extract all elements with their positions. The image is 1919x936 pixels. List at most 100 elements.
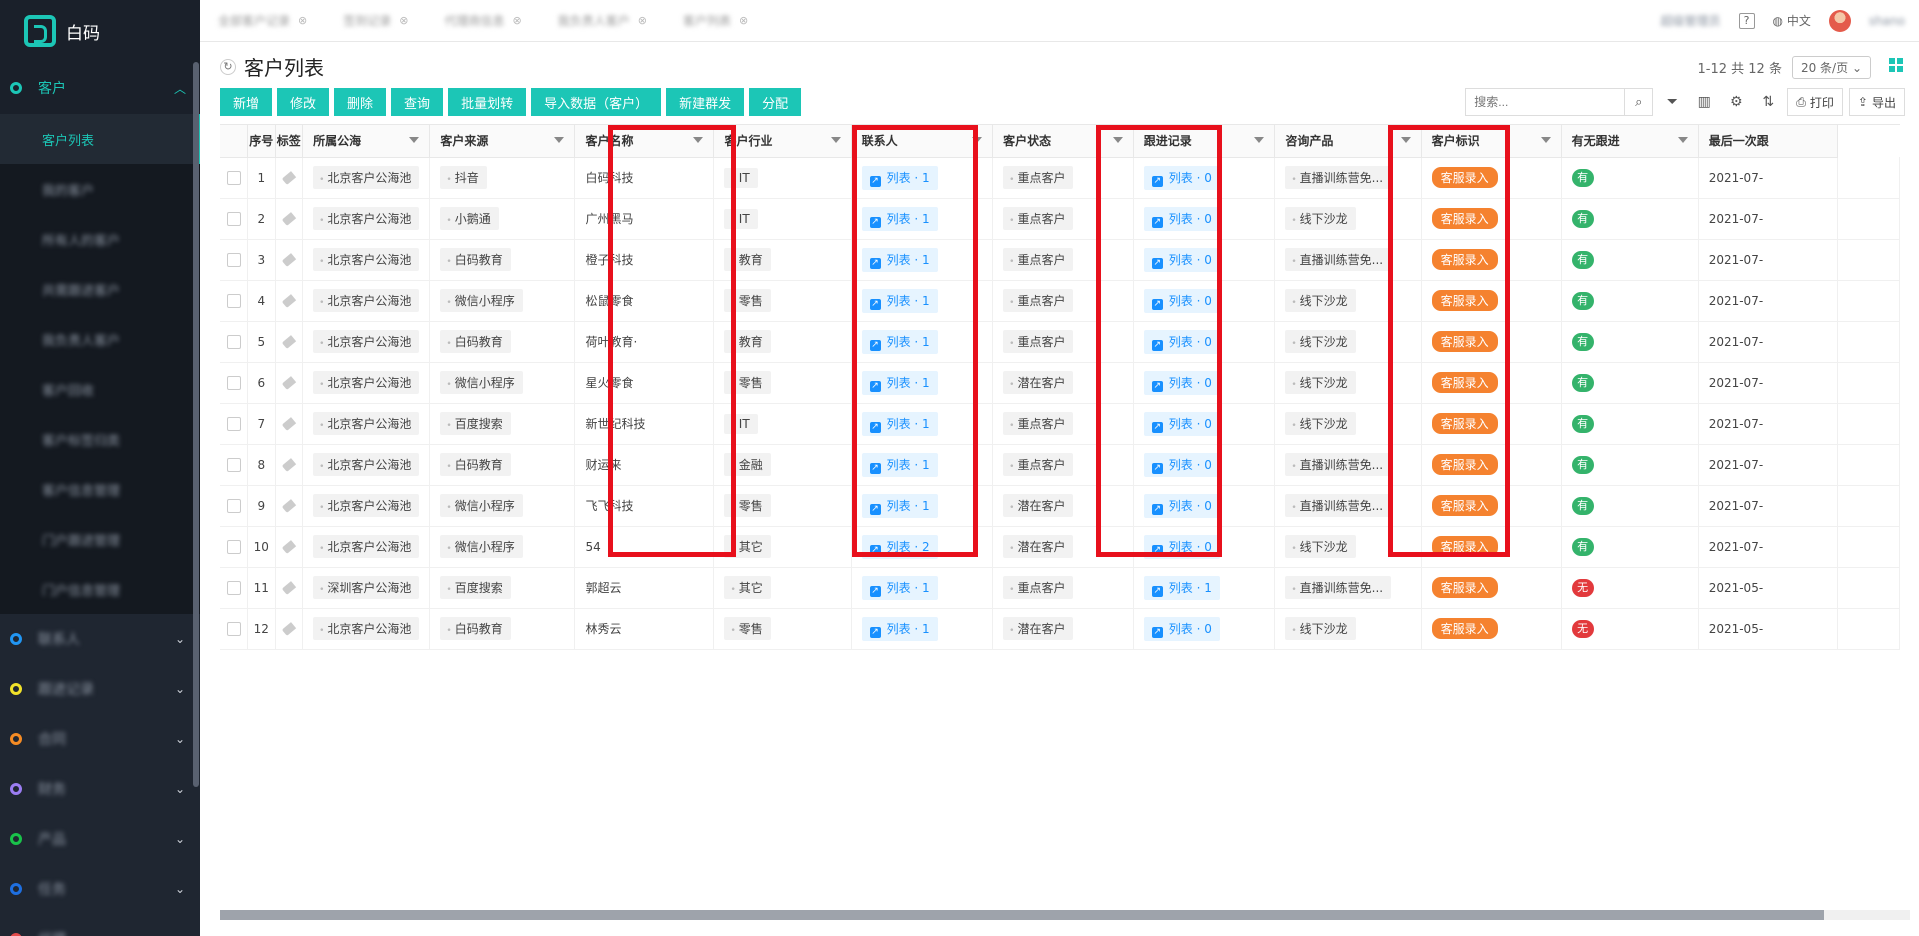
tag-icon[interactable]: [281, 334, 296, 349]
column-header[interactable]: 客户行业: [713, 125, 852, 158]
tag-icon[interactable]: [281, 170, 296, 185]
language-switch[interactable]: ◍ 中文: [1773, 12, 1811, 29]
row-checkbox[interactable]: [226, 293, 241, 308]
help-icon[interactable]: ?: [1738, 12, 1755, 29]
table-row[interactable]: 11 深圳客户公海池百度搜索 郭超云其它 ↗ 列表 · 1 重点客户 ↗ 列表 · 1 直播训练…: [220, 567, 1900, 609]
follow-link[interactable]: ↗ 列表 · 0: [1143, 165, 1220, 190]
sidebar-scrollbar[interactable]: [193, 62, 199, 787]
page-tab[interactable]: 我负责人客户 ⊗: [540, 0, 665, 42]
close-icon[interactable]: ⊗: [638, 14, 647, 27]
contacts-link[interactable]: ↗ 列表 · 1: [861, 329, 938, 354]
tag-icon[interactable]: [281, 498, 296, 513]
contacts-link[interactable]: ↗ 列表 · 1: [861, 616, 938, 641]
column-header[interactable]: 联系人: [851, 125, 994, 158]
row-checkbox[interactable]: [226, 498, 241, 513]
sidebar-subitem[interactable]: 共需跟进客户: [0, 264, 200, 314]
tag-icon[interactable]: [281, 539, 296, 554]
column-filter-icon[interactable]: [1677, 137, 1688, 143]
sidebar-group[interactable]: 跟进记录 ⌄: [0, 664, 200, 714]
grid-view-icon[interactable]: [1889, 58, 1903, 72]
row-checkbox[interactable]: [226, 211, 241, 226]
column-header[interactable]: 跟进记录: [1133, 125, 1276, 158]
toolbar-button[interactable]: 查询: [391, 88, 444, 116]
tag-icon[interactable]: [281, 457, 296, 472]
customer-name[interactable]: 林秀云: [574, 608, 715, 650]
column-filter-icon[interactable]: [409, 137, 420, 143]
toolbar-button[interactable]: 导入数据（客户）: [531, 88, 662, 116]
column-filter-icon[interactable]: [1254, 137, 1265, 143]
follow-link[interactable]: ↗ 列表 · 1: [1143, 575, 1220, 600]
column-filter-icon[interactable]: [972, 137, 983, 143]
follow-link[interactable]: ↗ 列表 · 0: [1143, 288, 1220, 313]
table-row[interactable]: 7 北京客户公海池百度搜索 新世纪科技 IT ↗ 列表 · 1 重点客户 ↗ 列表 · 0 线下沙…: [220, 403, 1900, 445]
sort-icon[interactable]: ⇅: [1755, 88, 1781, 116]
customer-name[interactable]: 白码科技: [574, 157, 715, 199]
contacts-link[interactable]: ↗ 列表 · 1: [861, 493, 938, 518]
settings-icon[interactable]: ⚙: [1723, 88, 1749, 116]
sidebar-subitem[interactable]: 客户标签归类: [0, 414, 200, 464]
sidebar-subitem[interactable]: 客户信息管理: [0, 464, 200, 514]
row-checkbox[interactable]: [226, 580, 241, 595]
table-row[interactable]: 8 北京客户公海池白码教育 财运来金融 ↗ 列表 · 1 重点客户 ↗ 列表 · 0 直播训练营…: [220, 444, 1900, 486]
tag-icon[interactable]: [281, 621, 296, 636]
tag-icon[interactable]: [281, 252, 296, 267]
follow-link[interactable]: ↗ 列表 · 0: [1143, 370, 1220, 395]
print-button[interactable]: ⎙ 打印: [1787, 88, 1843, 116]
customer-name[interactable]: 飞飞科技: [574, 485, 715, 527]
toolbar-button[interactable]: 修改: [277, 88, 330, 116]
column-filter-icon[interactable]: [1112, 137, 1123, 143]
contacts-link[interactable]: ↗ 列表 · 1: [861, 452, 938, 477]
row-checkbox[interactable]: [226, 621, 241, 636]
follow-link[interactable]: ↗ 列表 · 0: [1143, 206, 1220, 231]
username[interactable]: shano: [1869, 14, 1905, 28]
column-header[interactable]: 咨询产品: [1274, 125, 1422, 158]
close-icon[interactable]: ⊗: [739, 14, 748, 27]
table-row[interactable]: 2 北京客户公海池小鹅通 广州黑马 IT ↗ 列表 · 1 重点客户 ↗ 列表 · 0 线下沙龙 客…: [220, 198, 1900, 240]
column-header[interactable]: 客户状态: [992, 125, 1134, 158]
tag-icon[interactable]: [281, 211, 296, 226]
customer-name[interactable]: 财运来: [574, 444, 715, 486]
row-checkbox[interactable]: [226, 457, 241, 472]
tag-icon[interactable]: [281, 375, 296, 390]
avatar[interactable]: [1828, 9, 1851, 32]
scrollbar-thumb[interactable]: [220, 910, 1824, 920]
customer-name[interactable]: 广州黑马: [574, 198, 715, 240]
toolbar-button[interactable]: 分配: [749, 88, 802, 116]
close-icon[interactable]: ⊗: [399, 14, 408, 27]
customer-name[interactable]: 橙子科技: [574, 239, 715, 281]
column-header[interactable]: 所属公海: [302, 125, 431, 158]
app-logo[interactable]: 白码: [0, 0, 200, 62]
toolbar-button[interactable]: 批量划转: [448, 88, 527, 116]
contacts-link[interactable]: ↗ 列表 · 1: [861, 575, 938, 600]
follow-link[interactable]: ↗ 列表 · 0: [1143, 329, 1220, 354]
follow-link[interactable]: ↗ 列表 · 0: [1143, 411, 1220, 436]
contacts-link[interactable]: ↗ 列表 · 1: [861, 411, 938, 436]
sidebar-subitem[interactable]: 门户跟进管理: [0, 514, 200, 564]
refresh-icon[interactable]: ↻: [220, 58, 236, 75]
table-row[interactable]: 12 北京客户公海池白码教育 林秀云零售 ↗ 列表 · 1 潜在客户 ↗ 列表 · 0 线下沙龙…: [220, 608, 1900, 650]
contacts-link[interactable]: ↗ 列表 · 2: [861, 534, 938, 559]
customer-name[interactable]: 星火零食: [574, 362, 715, 404]
contacts-link[interactable]: ↗ 列表 · 1: [861, 288, 938, 313]
column-header[interactable]: 有无跟进: [1561, 125, 1699, 158]
search-icon[interactable]: ⌕: [1625, 88, 1654, 116]
customer-name[interactable]: 郭超云: [574, 567, 715, 609]
table-row[interactable]: 6 北京客户公海池微信小程序 星火零食零售 ↗ 列表 · 1 潜在客户 ↗ 列表 · 0 线下沙…: [220, 362, 1900, 404]
customer-name[interactable]: 松鼠零食: [574, 280, 715, 322]
contacts-link[interactable]: ↗ 列表 · 1: [861, 206, 938, 231]
row-checkbox[interactable]: [226, 416, 241, 431]
toolbar-button[interactable]: 删除: [334, 88, 387, 116]
sidebar-group[interactable]: 财务 ⌄: [0, 764, 200, 814]
sidebar-group[interactable]: 产品 ⌄: [0, 814, 200, 864]
follow-link[interactable]: ↗ 列表 · 0: [1143, 534, 1220, 559]
page-size-select[interactable]: 20 条/页 ⌄: [1791, 56, 1871, 79]
contacts-link[interactable]: ↗ 列表 · 1: [861, 165, 938, 190]
sidebar-subitem[interactable]: 我负责人客户: [0, 314, 200, 364]
sidebar-subitem[interactable]: 我的客户: [0, 164, 200, 214]
column-header[interactable]: 最后一次跟: [1698, 125, 1838, 158]
column-header[interactable]: 客户来源: [429, 125, 576, 158]
export-button[interactable]: ⇪ 导出: [1848, 88, 1905, 116]
follow-link[interactable]: ↗ 列表 · 0: [1143, 247, 1220, 272]
customer-name[interactable]: 荷叶教育·: [574, 321, 715, 363]
row-checkbox[interactable]: [226, 539, 241, 554]
